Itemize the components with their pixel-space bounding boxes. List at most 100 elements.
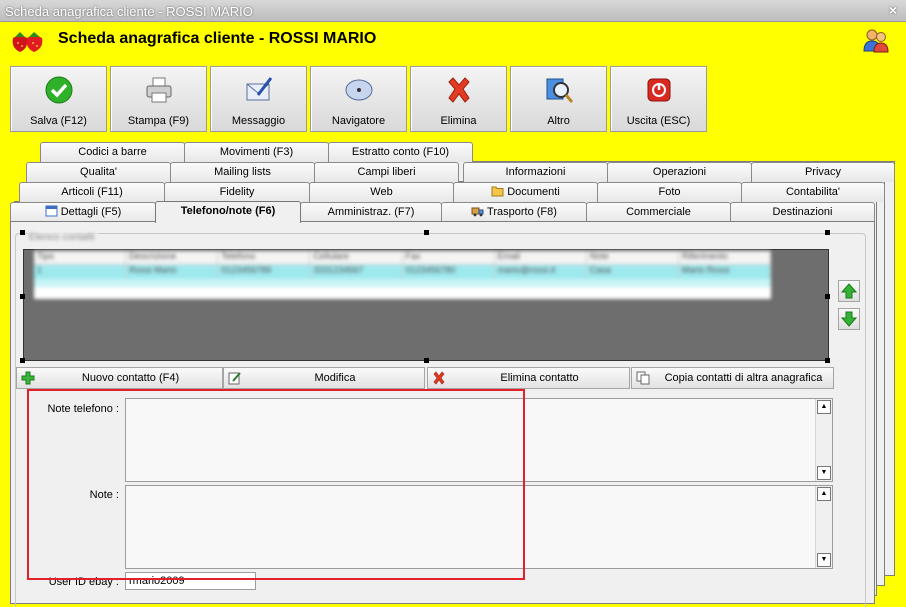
- tab-label: Estratto conto (F10): [351, 146, 450, 158]
- copy-contacts-label: Copia contatti di altra anagrafica: [664, 372, 823, 384]
- new-contact-label: Nuovo contatto (F4): [81, 372, 180, 384]
- delete-button[interactable]: Elimina: [410, 66, 507, 132]
- column-header: Cellulare: [310, 251, 403, 264]
- tab-label: Trasporto (F8): [487, 206, 557, 218]
- tab-documenti[interactable]: Documenti: [453, 182, 598, 202]
- tab-informazioni[interactable]: Informazioni: [463, 162, 608, 182]
- column-header: Note: [587, 251, 679, 264]
- contacts-table-header: Tipo Descrizione Telefono Cellulare Fax …: [34, 251, 771, 265]
- save-label: Salva (F12): [30, 115, 87, 127]
- delete-icon: [433, 371, 445, 385]
- resize-handle[interactable]: [20, 358, 25, 363]
- users-icon[interactable]: [862, 27, 890, 53]
- note-telefono-field[interactable]: ▲ ▼: [125, 398, 833, 482]
- tab-label: Telefono/note (F6): [180, 205, 276, 217]
- scroll-up-icon[interactable]: ▲: [817, 400, 831, 414]
- navigator-button[interactable]: Navigatore: [310, 66, 407, 132]
- tab-destinazioni[interactable]: Destinazioni: [730, 202, 875, 222]
- tab-contabilita[interactable]: Contabilita': [741, 182, 885, 202]
- scrollbar[interactable]: ▲ ▼: [815, 486, 832, 568]
- tab-operazioni[interactable]: Operazioni: [607, 162, 752, 182]
- tab-label: Commerciale: [626, 206, 691, 218]
- save-button[interactable]: Salva (F12): [10, 66, 107, 132]
- tab-mailing-lists[interactable]: Mailing lists: [170, 162, 315, 182]
- edit-button[interactable]: Modifica: [223, 367, 425, 389]
- resize-handle[interactable]: [424, 230, 429, 235]
- tab-dettagli[interactable]: Dettagli (F5): [10, 202, 156, 222]
- tab-foto[interactable]: Foto: [597, 182, 742, 202]
- table-cell: 0123456789: [218, 265, 311, 279]
- tab-telefono-note[interactable]: Telefono/note (F6): [155, 201, 301, 223]
- tab-label: Dettagli (F5): [60, 206, 122, 218]
- message-label: Messaggio: [231, 115, 286, 127]
- tab-fidelity[interactable]: Fidelity: [164, 182, 310, 202]
- tab-commerciale[interactable]: Commerciale: [586, 202, 731, 222]
- table-cell: 0123456780: [403, 265, 495, 279]
- resize-handle[interactable]: [825, 294, 830, 299]
- column-header: Descrizione: [126, 251, 219, 264]
- message-icon: [246, 77, 273, 101]
- tab-label: Fidelity: [219, 186, 255, 198]
- contacts-grid[interactable]: Tipo Descrizione Telefono Cellulare Fax …: [23, 249, 829, 361]
- delete-contact-button[interactable]: Elimina contatto: [427, 367, 630, 389]
- other-button[interactable]: Altro: [510, 66, 607, 132]
- edit-icon: [228, 372, 241, 385]
- copy-contacts-button[interactable]: Copia contatti di altra anagrafica: [631, 367, 834, 389]
- tab-trasporto[interactable]: Trasporto (F8): [441, 202, 587, 222]
- tab-web[interactable]: Web: [309, 182, 454, 202]
- scroll-up-icon[interactable]: ▲: [817, 487, 831, 501]
- column-header: Telefono: [218, 251, 311, 264]
- note-field[interactable]: ▲ ▼: [125, 485, 833, 569]
- scrollbar[interactable]: ▲ ▼: [815, 399, 832, 481]
- new-contact-button[interactable]: Nuovo contatto (F4): [16, 367, 223, 389]
- resize-handle[interactable]: [20, 230, 25, 235]
- tab-movimenti[interactable]: Movimenti (F3): [184, 142, 329, 162]
- tab-campi-liberi[interactable]: Campi liberi: [314, 162, 459, 182]
- table-row[interactable]: 1 Rossi Mario 0123456789 3331234567 0123…: [34, 265, 771, 279]
- print-label: Stampa (F9): [127, 115, 190, 127]
- tab-privacy[interactable]: Privacy: [751, 162, 895, 182]
- print-button[interactable]: Stampa (F9): [110, 66, 207, 132]
- move-up-button[interactable]: [838, 280, 860, 302]
- tab-qualita[interactable]: Qualita': [26, 162, 171, 182]
- exit-button[interactable]: Uscita (ESC): [610, 66, 707, 132]
- truck-icon: [471, 207, 484, 217]
- navigator-label: Navigatore: [331, 115, 386, 127]
- resize-handle[interactable]: [825, 358, 830, 363]
- tab-label: Qualita': [80, 166, 117, 178]
- printer-icon: [146, 77, 172, 103]
- column-header: Fax: [403, 251, 495, 264]
- tab-label: Privacy: [804, 166, 842, 178]
- user-id-ebay-input[interactable]: [125, 572, 256, 590]
- tab-codici-a-barre[interactable]: Codici a barre: [40, 142, 185, 162]
- tab-articoli[interactable]: Articoli (F11): [19, 182, 165, 202]
- user-id-ebay-label: User ID ebay :: [48, 576, 119, 588]
- resize-handle[interactable]: [424, 358, 429, 363]
- tab-label: Amministraz. (F7): [327, 206, 415, 218]
- move-down-button[interactable]: [838, 308, 860, 330]
- table-cell: Rossi Mario: [126, 265, 219, 279]
- column-header: Tipo: [34, 251, 127, 264]
- close-button[interactable]: ×: [886, 3, 900, 17]
- resize-handle[interactable]: [825, 230, 830, 235]
- delete-label: Elimina: [440, 115, 477, 127]
- tab-label: Documenti: [507, 186, 560, 198]
- tab-label: Destinazioni: [772, 206, 833, 218]
- window-title: Scheda anagrafica cliente - ROSSI MARIO: [5, 4, 253, 19]
- calendar-icon: [45, 205, 58, 217]
- message-button[interactable]: Messaggio: [210, 66, 307, 132]
- table-cell: 3331234567: [310, 265, 403, 279]
- scroll-down-icon[interactable]: ▼: [817, 466, 831, 480]
- scroll-down-icon[interactable]: ▼: [817, 553, 831, 567]
- column-header: Riferimento: [679, 251, 771, 264]
- check-icon: [45, 76, 73, 104]
- contacts-table: Tipo Descrizione Telefono Cellulare Fax …: [34, 251, 771, 299]
- header: Scheda anagrafica cliente - ROSSI MARIO: [0, 22, 906, 60]
- tab-label: Mailing lists: [214, 166, 271, 178]
- tab-amministrazione[interactable]: Amministraz. (F7): [300, 202, 442, 222]
- resize-handle[interactable]: [20, 294, 25, 299]
- tab-estratto-conto[interactable]: Estratto conto (F10): [328, 142, 473, 162]
- column-header: Email: [495, 251, 587, 264]
- delete-contact-label: Elimina contatto: [500, 372, 579, 384]
- window-titlebar: Scheda anagrafica cliente - ROSSI MARIO …: [0, 0, 906, 22]
